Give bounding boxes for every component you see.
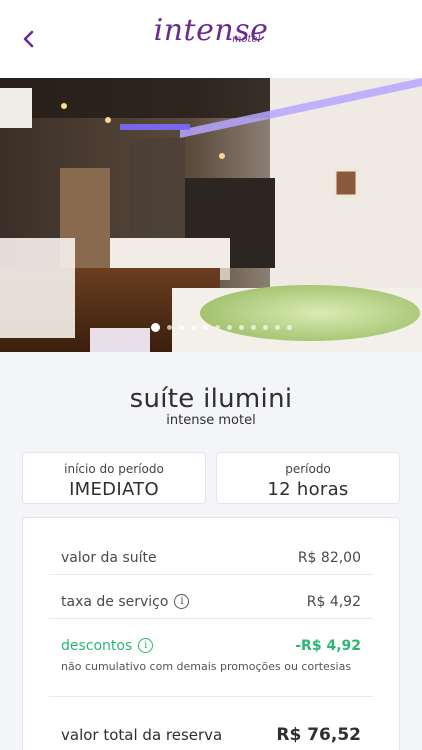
period-start-box[interactable]: início do período IMEDIATO [22,452,206,504]
service-fee-value: R$ 4,92 [306,594,361,610]
suite-price-label: valor da suíte [61,550,157,566]
app-header: intense motel [0,0,422,78]
suite-name: suíte ilumini [129,384,293,414]
brand-logo: intense [0,14,422,48]
period-start-value: IMEDIATO [69,479,159,500]
period-value: 12 horas [267,479,349,500]
service-fee-row: taxa de serviço i R$ 4,92 [49,594,381,610]
discount-label: descontos [61,638,133,654]
divider [49,696,373,697]
carousel-dot[interactable] [214,325,220,330]
service-fee-label: taxa de serviço [61,594,169,610]
carousel-dot[interactable] [190,325,196,330]
carousel-dot[interactable] [226,325,232,330]
total-label: valor total da reserva [61,726,223,744]
carousel-dot[interactable] [238,325,244,330]
carousel-dot[interactable] [178,325,184,330]
info-icon[interactable]: i [138,638,154,653]
total-row: valor total da reserva R$ 76,52 [49,725,381,745]
price-summary-card: valor da suíte R$ 82,00 taxa de serviço i… [22,517,400,750]
divider [49,618,373,619]
info-icon[interactable]: i [174,594,190,609]
discount-row: descontos i -R$ 4,92 [49,638,381,654]
discount-note: não cumulativo com demais promoções ou c… [61,660,352,673]
carousel-dot[interactable] [274,325,280,330]
suite-photo-carousel[interactable] [0,78,422,352]
carousel-dot[interactable] [150,323,160,332]
total-value: R$ 76,52 [276,725,361,745]
carousel-dot[interactable] [286,325,292,330]
logo-subtext: motel [232,34,261,45]
motel-name: intense motel [166,413,256,428]
discount-value: -R$ 4,92 [295,638,361,654]
carousel-dot[interactable] [262,325,268,330]
carousel-dot[interactable] [166,325,172,330]
carousel-indicator [0,323,422,332]
period-label: período [285,462,331,476]
divider [49,574,373,575]
carousel-dot[interactable] [202,325,208,330]
suite-price-row: valor da suíte R$ 82,00 [49,550,381,566]
period-start-label: início do período [64,462,164,476]
suite-price-value: R$ 82,00 [297,550,361,566]
period-box[interactable]: período 12 horas [216,452,400,504]
carousel-dot[interactable] [250,325,256,330]
suite-photo [0,78,422,352]
